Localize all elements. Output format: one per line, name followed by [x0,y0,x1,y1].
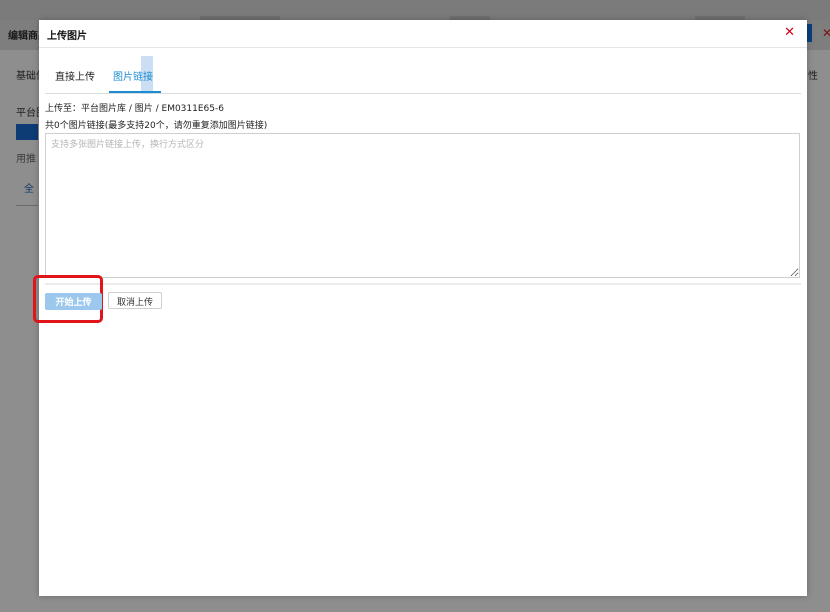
background-note: 用推 [16,154,36,165]
image-link-count: 共0个图片链接(最多支持20个，请勿重复添加图片链接) [45,121,268,131]
active-tab-indicator [109,91,161,93]
background-divider [16,205,38,206]
background-close-icon[interactable]: ✕ [822,26,830,40]
image-links-textarea[interactable] [45,133,800,278]
divider [45,283,801,285]
cancel-upload-button[interactable]: 取消上传 [108,292,162,309]
dialog-header: 上传图片 ✕ [39,20,807,48]
dialog-title: 上传图片 [47,31,87,42]
upload-image-dialog: 上传图片 ✕ 直接上传 图片链接 上传至：平台图片库 / 图片 / EM0311… [33,20,807,596]
close-icon[interactable]: ✕ [784,25,795,41]
background-tab-right[interactable]: 性 [808,67,818,82]
upload-tabs: 直接上传 图片链接 [45,56,801,94]
tab-direct-upload[interactable]: 直接上传 [55,68,95,83]
upload-destination-path: 上传至：平台图片库 / 图片 / EM0311E65-6 [45,104,224,114]
start-upload-button[interactable]: 开始上传 [45,293,102,310]
tab-image-link[interactable]: 图片链接 [113,68,153,83]
background-all-tab[interactable]: 全 [24,180,34,195]
background-upload-button[interactable] [16,124,38,140]
